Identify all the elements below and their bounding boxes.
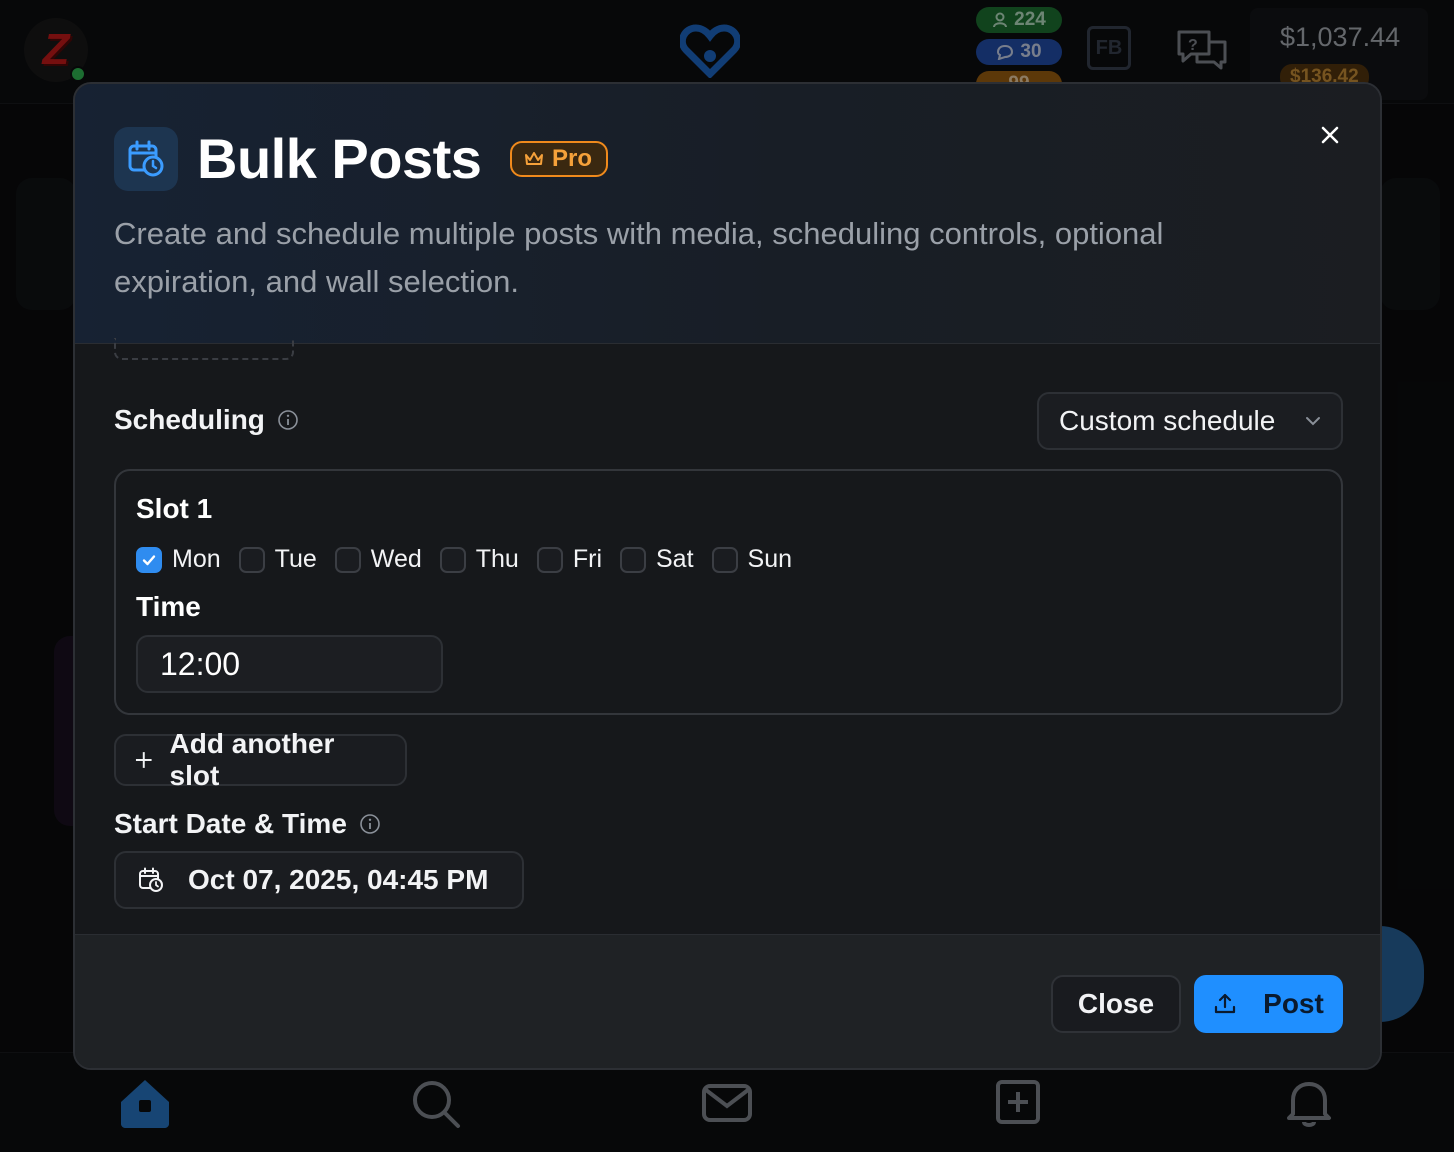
pro-badge-label: Pro (552, 145, 593, 172)
day-label: Wed (370, 545, 422, 573)
day-option-sun[interactable]: Sun (711, 545, 793, 574)
day-label: Fri (572, 545, 602, 573)
day-label: Tue (274, 545, 317, 573)
modal-header: Bulk Posts Pro Create and schedule multi… (75, 84, 1380, 344)
modal-footer: Close Post (75, 934, 1380, 1068)
info-icon[interactable] (359, 813, 381, 835)
checkbox[interactable] (536, 546, 563, 573)
scheduling-section: Scheduling (114, 404, 299, 436)
start-date-section: Start Date & Time (114, 808, 381, 840)
calendar-clock-icon (139, 867, 163, 892)
add-slot-button[interactable]: Add another slot (114, 728, 407, 791)
day-option-fri[interactable]: Fri (536, 545, 602, 574)
day-option-sat[interactable]: Sat (620, 545, 694, 574)
plus-icon (135, 752, 152, 768)
day-option-wed[interactable]: Wed (334, 545, 422, 574)
checkbox[interactable] (238, 546, 265, 573)
start-datetime-input[interactable]: Oct 07, 2025, 04:45 PM (114, 851, 524, 909)
slot-title: Slot 1 (136, 493, 213, 524)
start-datetime-value: Oct 07, 2025, 04:45 PM (188, 864, 489, 895)
upload-icon (1215, 993, 1236, 1014)
chevron-down-icon (1306, 417, 1320, 426)
day-option-mon[interactable]: Mon (136, 545, 221, 574)
day-option-tue[interactable]: Tue (238, 545, 317, 574)
close-button[interactable]: Close (1051, 975, 1181, 1033)
modal-title: Bulk Posts (197, 127, 482, 190)
check-icon (142, 554, 156, 565)
checkbox[interactable] (334, 546, 361, 573)
bulk-posts-modal: Bulk Posts Pro Create and schedule multi… (73, 82, 1382, 1070)
media-dropzone-edge (114, 338, 294, 360)
close-icon[interactable] (1315, 120, 1345, 150)
day-label: Thu (475, 545, 519, 573)
modal-description: Create and schedule multiple posts with … (114, 216, 1164, 299)
checkbox[interactable] (711, 546, 738, 573)
time-input[interactable]: 12:00 (136, 635, 443, 693)
day-label: Sun (747, 545, 793, 573)
crown-icon (525, 152, 543, 165)
day-option-thu[interactable]: Thu (439, 545, 519, 574)
day-label: Mon (172, 545, 221, 573)
slot-card: Slot 1 Mon Tue Wed Thu Fri Sat Sun Time 12:00 (114, 469, 1343, 715)
time-label: Time (136, 591, 201, 622)
post-label: Post (1263, 988, 1324, 1019)
checkbox[interactable] (439, 546, 466, 573)
weekday-checkboxes: Mon Tue Wed Thu Fri Sat Sun (136, 545, 810, 574)
post-button[interactable]: Post (1194, 975, 1343, 1033)
info-icon[interactable] (277, 409, 299, 431)
calendar-clock-icon (114, 127, 178, 191)
checkbox[interactable] (136, 546, 162, 573)
start-date-label: Start Date & Time (114, 808, 347, 839)
scheduling-label: Scheduling (114, 404, 265, 435)
add-slot-label: Add another slot (169, 728, 335, 791)
schedule-mode-select[interactable]: Custom schedule (1037, 392, 1343, 450)
schedule-mode-value: Custom schedule (1059, 405, 1276, 436)
checkbox[interactable] (620, 546, 646, 573)
day-label: Sat (656, 545, 694, 573)
pro-badge: Pro (510, 141, 609, 177)
